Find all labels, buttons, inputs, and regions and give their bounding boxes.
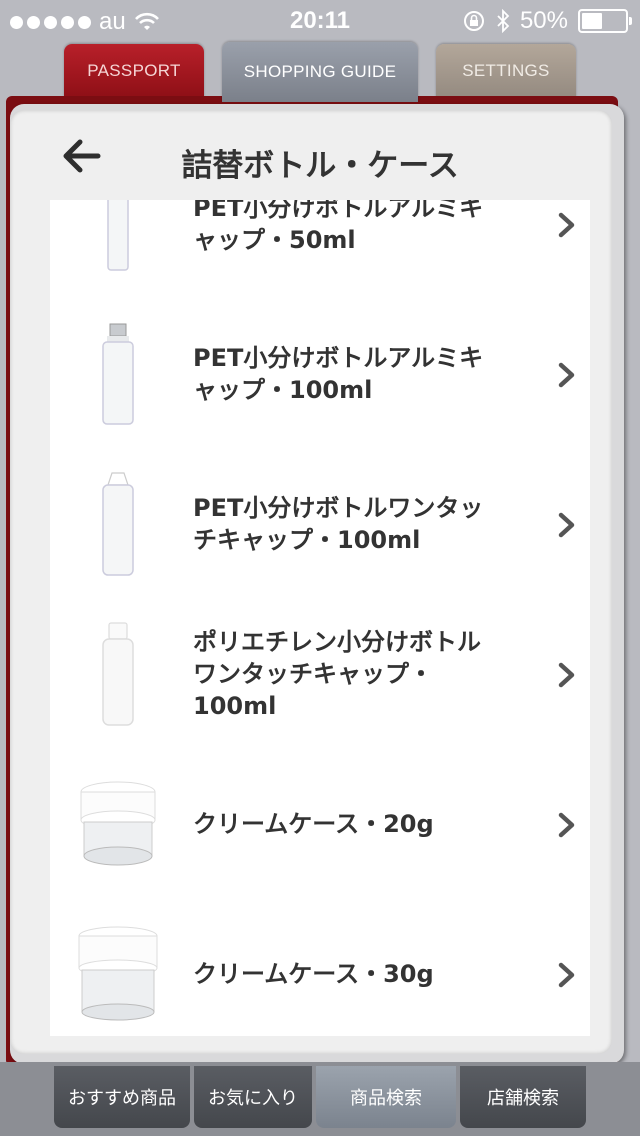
tab-passport[interactable]: PASSPORT — [64, 44, 204, 98]
chevron-right-icon — [558, 362, 575, 388]
list-item[interactable]: PET小分けボトルアルミキ ャップ・100ml — [50, 300, 590, 452]
chevron-right-icon — [558, 812, 575, 838]
product-name-line: クリームケース・30g — [193, 960, 434, 988]
product-name-line: ャップ・100ml — [193, 376, 373, 404]
product-name-line: PET小分けボトルアルミキ — [193, 200, 484, 222]
tab-shopping-guide[interactable]: SHOPPING GUIDE — [222, 42, 418, 102]
product-name-line: ャップ・50ml — [193, 226, 356, 254]
product-name-line: ワンタッチキャップ・ — [193, 660, 433, 688]
tab-recommended[interactable]: おすすめ商品 — [54, 1066, 190, 1128]
rotation-lock-icon — [463, 11, 484, 31]
list-item[interactable]: クリームケース・20g — [50, 750, 590, 902]
product-name-line: PET小分けボトルアルミキ — [193, 344, 484, 372]
product-name-line: 100ml — [193, 692, 277, 720]
cream-jar-image — [64, 770, 172, 878]
cream-jar-image — [64, 920, 172, 1028]
list-item[interactable]: ポリエチレン小分けボトル ワンタッチキャップ・ 100ml — [50, 600, 590, 752]
product-name-line: クリームケース・20g — [193, 810, 434, 838]
product-name-line: チキャップ・100ml — [193, 526, 421, 554]
tab-favorites[interactable]: お気に入り — [194, 1066, 312, 1128]
list-item[interactable]: PET小分けボトルワンタッ チキャップ・100ml — [50, 450, 590, 602]
tab-settings[interactable]: SETTINGS — [436, 44, 576, 98]
status-bar: au 20:11 50% — [0, 0, 640, 40]
list-item[interactable]: クリームケース・30g — [50, 900, 590, 1036]
page-title: 詰替ボトル・ケース — [181, 148, 459, 184]
pet-bottle-flip-cap-image — [64, 470, 172, 578]
battery-icon — [578, 9, 632, 33]
tab-product-search[interactable]: 商品検索 — [316, 1066, 456, 1128]
pet-bottle-aluminum-cap-image — [64, 200, 172, 278]
list-item[interactable]: PET小分けボトルアルミキ ャップ・50ml — [50, 200, 590, 302]
pet-bottle-aluminum-cap-image — [64, 320, 172, 428]
pe-bottle-flip-cap-image — [64, 620, 172, 728]
product-name-line: ポリエチレン小分けボトル — [193, 628, 481, 656]
tab-store-search[interactable]: 店舗検索 — [460, 1066, 586, 1128]
product-list[interactable]: PET小分けボトルアルミキ ャップ・50ml PET小分けボトルアルミキ ャップ… — [50, 200, 590, 1036]
chevron-right-icon — [558, 962, 575, 988]
chevron-right-icon — [558, 512, 575, 538]
chevron-right-icon — [558, 212, 575, 238]
bluetooth-icon — [497, 9, 510, 33]
product-name-line: PET小分けボトルワンタッ — [193, 494, 484, 522]
battery-percent: 50% — [519, 7, 568, 34]
chevron-right-icon — [558, 662, 575, 688]
